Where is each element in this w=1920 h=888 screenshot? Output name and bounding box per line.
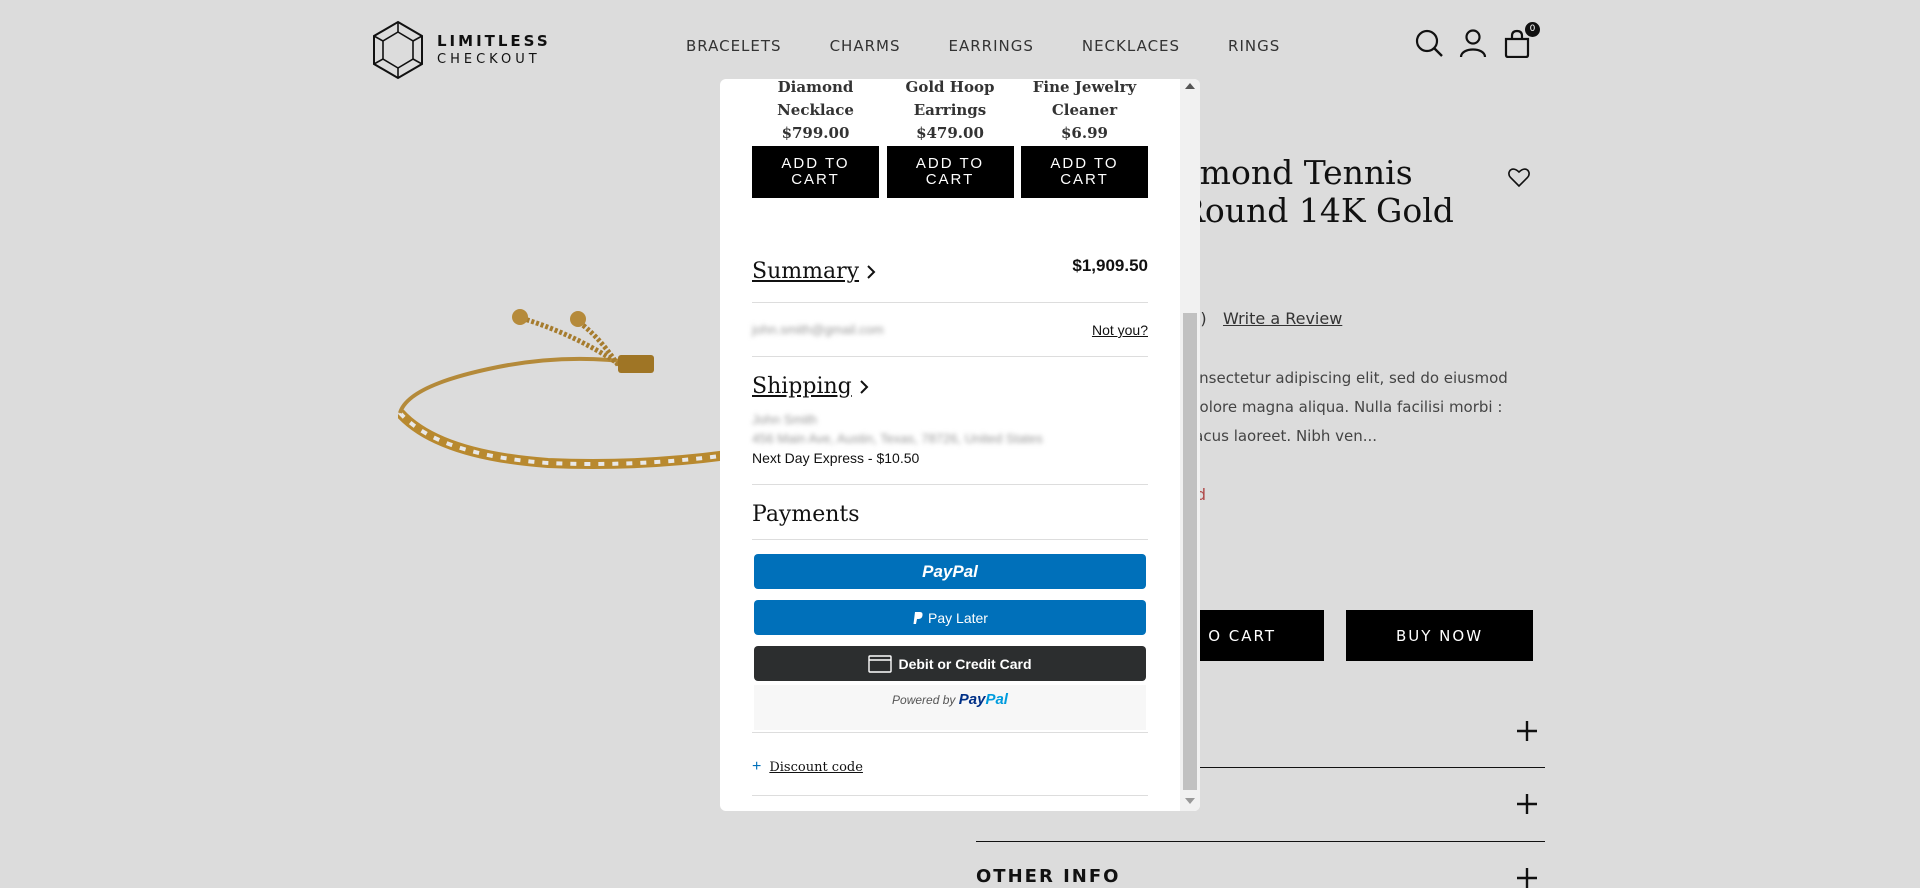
brand-logo[interactable]: LIMITLESS CHECKOUT	[371, 20, 551, 80]
debit-credit-card-button[interactable]: Debit or Credit Card	[754, 646, 1146, 681]
header-actions: 0	[1414, 22, 1540, 59]
not-you-link[interactable]: Not you?	[1092, 322, 1148, 338]
recommended-product: Diamond Necklace $799.00 ADD TO CART	[752, 79, 879, 198]
recommended-product-name: Gold Hoop Earrings	[905, 79, 995, 119]
brand-name-line1: LIMITLESS	[437, 32, 551, 50]
recommended-product-price: $479.00	[916, 124, 984, 142]
product-title-line2: Round 14K Gold	[1180, 191, 1454, 230]
checkout-content: Diamond Necklace $799.00 ADD TO CART Gol…	[720, 79, 1180, 811]
summary-label: Summary	[752, 259, 860, 284]
nav-item-earrings[interactable]: EARRINGS	[948, 37, 1033, 55]
shipping-name: John Smith	[752, 412, 818, 427]
recommended-product-price: $6.99	[1061, 124, 1108, 142]
discount-code-toggle[interactable]: + Discount code	[752, 758, 863, 776]
recommended-product: Gold Hoop Earrings $479.00 ADD TO CART	[886, 79, 1014, 198]
powered-by-paypal: Powered by PayPal	[754, 691, 1146, 708]
scroll-up-arrow-icon[interactable]	[1185, 83, 1195, 89]
nav-item-charms[interactable]: CHARMS	[830, 37, 901, 55]
shipping-label: Shipping	[752, 374, 852, 399]
section-divider	[752, 302, 1148, 303]
paypal-wordmark-pay: Pay	[958, 691, 986, 708]
nav-item-bracelets[interactable]: BRACELETS	[686, 37, 782, 55]
other-info-heading[interactable]: OTHER INFO	[976, 866, 1120, 887]
popup-scrollbar[interactable]	[1180, 79, 1200, 811]
shipping-toggle[interactable]: Shipping	[752, 374, 870, 399]
accordion-plus-icon[interactable]	[1514, 791, 1540, 817]
write-review-link[interactable]: Write a Review	[1223, 309, 1342, 328]
recommended-products: Diamond Necklace $799.00 ADD TO CART Gol…	[752, 79, 1148, 198]
shipping-method: Next Day Express - $10.50	[752, 450, 920, 466]
section-divider	[752, 795, 1148, 796]
recommended-product: Fine Jewelry Cleaner $6.99 ADD TO CART	[1021, 79, 1148, 198]
recommended-add-to-cart-button[interactable]: ADD TO CART	[886, 146, 1014, 198]
scroll-down-arrow-icon[interactable]	[1185, 798, 1195, 804]
section-divider	[752, 539, 1148, 540]
nav-item-necklaces[interactable]: NECKLACES	[1082, 37, 1180, 55]
chevron-right-icon	[860, 379, 869, 394]
summary-toggle[interactable]: Summary	[752, 259, 877, 284]
card-button-label: Debit or Credit Card	[898, 655, 1032, 672]
powered-by-text: Powered by	[892, 693, 956, 707]
pay-later-button[interactable]: Pay Later	[754, 600, 1146, 635]
powered-by-paypal-box: Powered by PayPal	[754, 685, 1146, 730]
brand-wordmark: LIMITLESS CHECKOUT	[437, 32, 551, 67]
recommended-add-to-cart-button[interactable]: ADD TO CART	[752, 146, 879, 198]
search-icon[interactable]	[1414, 28, 1444, 58]
accordion-plus-icon[interactable]	[1514, 865, 1540, 888]
product-title: amond Tennis Round 14K Gold	[1180, 154, 1454, 230]
section-divider	[752, 732, 1148, 733]
paypal-p-icon	[913, 611, 923, 624]
paypal-button[interactable]: PayPal	[754, 554, 1146, 589]
checkout-popup: Diamond Necklace $799.00 ADD TO CART Gol…	[720, 79, 1200, 811]
pay-later-label: Pay Later	[928, 609, 988, 626]
main-nav: BRACELETS CHARMS EARRINGS NECKLACES RING…	[686, 37, 1328, 55]
scrollbar-thumb[interactable]	[1183, 313, 1197, 790]
customer-email: john.smith@gmail.com	[752, 322, 884, 337]
recommended-product-name: Diamond Necklace	[777, 79, 854, 119]
section-divider	[752, 356, 1148, 357]
discount-code-label: Discount code	[769, 759, 863, 775]
hexagon-logo-icon	[373, 20, 423, 80]
nav-item-rings[interactable]: RINGS	[1228, 37, 1280, 55]
paypal-wordmark: PayPal	[959, 691, 1008, 708]
accordion-plus-icon[interactable]	[1514, 718, 1540, 744]
order-total: $1,909.50	[1072, 256, 1148, 275]
recommended-product-name: Fine Jewelry Cleaner	[1032, 79, 1137, 119]
recommended-product-price: $799.00	[781, 124, 850, 142]
heart-icon[interactable]	[1507, 165, 1531, 189]
cart-icon[interactable]: 0	[1502, 22, 1540, 59]
account-icon[interactable]	[1458, 28, 1488, 58]
section-divider	[752, 484, 1148, 485]
product-image	[396, 305, 729, 475]
buy-now-button[interactable]: BUY NOW	[1346, 610, 1533, 661]
brand-name-line2: CHECKOUT	[437, 52, 541, 67]
cart-count-badge: 0	[1525, 22, 1540, 37]
paypal-button-label: PayPal	[922, 561, 978, 581]
product-title-line1: amond Tennis	[1180, 153, 1413, 192]
shipping-address: 456 Main Ave, Austin, Texas, 78726, Unit…	[752, 431, 1043, 446]
recommended-add-to-cart-button[interactable]: ADD TO CART	[1021, 146, 1148, 198]
accordion-divider	[976, 841, 1545, 842]
credit-card-icon	[868, 654, 893, 673]
chevron-right-icon	[867, 264, 876, 279]
plus-icon: +	[752, 758, 762, 775]
payments-heading: Payments	[752, 502, 860, 527]
paypal-wordmark-pal: Pal	[985, 691, 1008, 708]
product-description: onsectetur adipiscing elit, sed do eiusm…	[1190, 369, 1508, 445]
